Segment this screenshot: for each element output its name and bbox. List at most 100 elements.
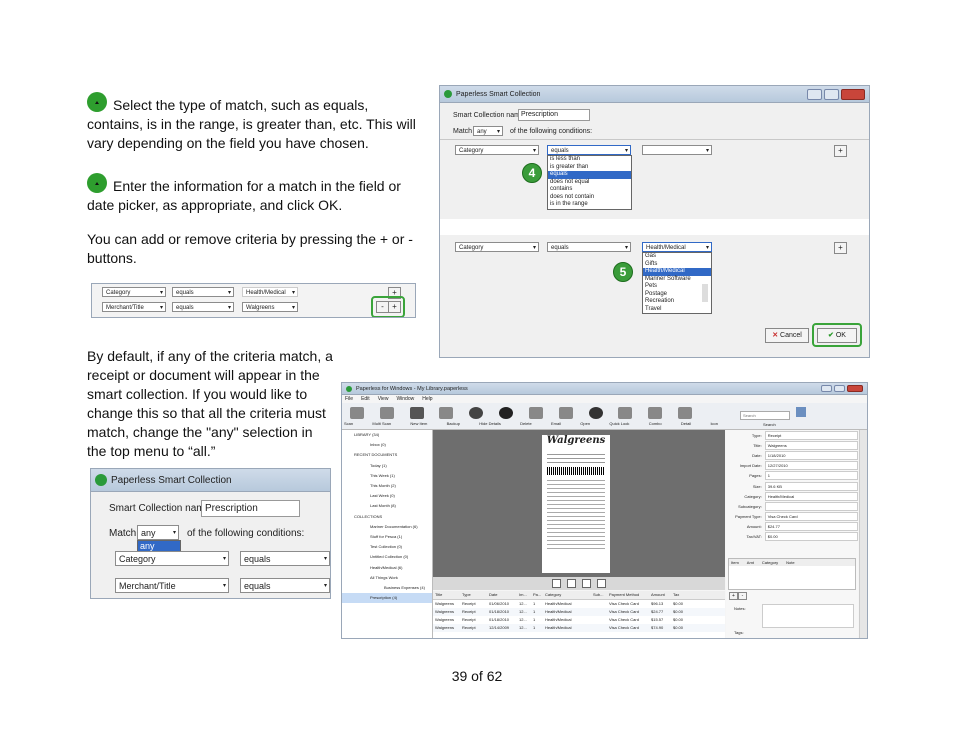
- sidebar-item-collection-selected[interactable]: Prescription (4): [342, 593, 432, 604]
- sidebar-item-recent[interactable]: Today (1): [342, 461, 432, 471]
- add-criteria-button[interactable]: +: [834, 145, 847, 157]
- search-input[interactable]: [740, 411, 790, 420]
- field-select[interactable]: Merchant/Title: [102, 302, 166, 313]
- operator-select[interactable]: equals: [547, 242, 631, 253]
- dropdown-option[interactable]: equals: [548, 171, 631, 179]
- hide-details-button[interactable]: Hide Details: [479, 421, 501, 426]
- detail-value[interactable]: 12/27/2010: [764, 461, 858, 471]
- column-header[interactable]: Note: [786, 559, 794, 566]
- value-select[interactable]: Walgreens: [242, 302, 298, 313]
- table-row[interactable]: Walgreens Receipt 12/14/2009 12... 1 Health/M…: [433, 624, 725, 632]
- column-header[interactable]: Category: [545, 591, 593, 599]
- table-row[interactable]: Walgreens Receipt 01/18/2010 12... 1 Health/M…: [433, 616, 725, 624]
- detail-value[interactable]: $24.77: [764, 522, 858, 532]
- sidebar-item-collection[interactable]: Health/Medical (6): [342, 563, 432, 573]
- dropdown-option[interactable]: Pets: [643, 283, 711, 291]
- option-any[interactable]: any: [138, 541, 180, 551]
- multi-scan-button[interactable]: Multi Scan: [372, 421, 391, 426]
- cancel-button[interactable]: ✕ Cancel: [765, 328, 809, 343]
- menu-window[interactable]: Window: [396, 396, 414, 402]
- scan-button[interactable]: Scan: [344, 421, 353, 426]
- column-header[interactable]: Amount: [651, 591, 673, 599]
- open-button[interactable]: Open: [580, 421, 590, 426]
- ok-button[interactable]: ✔ OK: [817, 328, 857, 343]
- detail-value[interactable]: Walgreens: [764, 440, 858, 450]
- column-header[interactable]: Type: [462, 591, 489, 599]
- field-select[interactable]: Category: [102, 287, 166, 298]
- operator-select[interactable]: equals: [240, 551, 330, 567]
- minimize-button[interactable]: [807, 88, 822, 100]
- hide-details-icon[interactable]: [469, 407, 484, 419]
- next-page-icon[interactable]: [597, 579, 606, 588]
- sidebar-item-library[interactable]: LIBRARY (34): [342, 430, 432, 440]
- column-header[interactable]: Payment Method: [609, 591, 651, 599]
- dropdown-option[interactable]: does not contain: [548, 194, 631, 202]
- sidebar-item-collection[interactable]: Untitled Collection (0): [342, 552, 432, 562]
- column-header[interactable]: Item: [731, 559, 739, 566]
- sidebar-item-collection[interactable]: Stuff for Pesca (1): [342, 532, 432, 542]
- multi-scan-icon[interactable]: [379, 407, 394, 419]
- rotate-icon[interactable]: [582, 579, 591, 588]
- scan-icon[interactable]: [350, 407, 364, 419]
- icon-button[interactable]: Icon: [710, 421, 718, 426]
- table-row[interactable]: Walgreens Receipt 01/18/2010 12... 1 Health/M…: [433, 608, 725, 616]
- email-button[interactable]: Email: [551, 421, 561, 426]
- operator-select[interactable]: equals: [547, 145, 631, 156]
- notes-field[interactable]: [762, 604, 854, 628]
- column-header[interactable]: Tax: [673, 591, 689, 599]
- sidebar-item-collection[interactable]: All Things Work: [342, 573, 432, 583]
- icon-view-icon[interactable]: [677, 407, 692, 419]
- add-item-button[interactable]: +: [729, 592, 738, 600]
- value-field[interactable]: Health/Medical: [242, 287, 298, 298]
- dropdown-option[interactable]: Travel: [643, 306, 711, 314]
- dropdown-option[interactable]: is less than: [548, 156, 631, 164]
- menu-view[interactable]: View: [378, 396, 389, 402]
- detail-value[interactable]: $0.00: [764, 532, 858, 542]
- backup-icon[interactable]: [439, 407, 454, 419]
- detail-value[interactable]: [764, 501, 858, 511]
- delete-icon[interactable]: [499, 407, 514, 419]
- operator-select[interactable]: equals: [240, 578, 330, 594]
- detail-value[interactable]: Visa Check Card: [764, 512, 858, 522]
- operator-select[interactable]: equals: [172, 287, 234, 298]
- sidebar-item-recent[interactable]: This Week (1): [342, 471, 432, 481]
- column-header[interactable]: Title: [433, 591, 462, 599]
- new-item-button[interactable]: New Item: [410, 421, 427, 426]
- menu-help[interactable]: Help: [422, 396, 432, 402]
- sidebar-item-recent[interactable]: This Month (2): [342, 481, 432, 491]
- name-field[interactable]: Prescription: [518, 109, 590, 121]
- sidebar-item-recent[interactable]: Last Week (0): [342, 491, 432, 501]
- value-select[interactable]: Health/Medical: [642, 242, 712, 253]
- dropdown-option[interactable]: does not equal: [548, 179, 631, 187]
- close-button[interactable]: [841, 88, 865, 100]
- column-header[interactable]: Sub...: [593, 591, 609, 599]
- detail-button[interactable]: Detail: [681, 421, 691, 426]
- email-icon[interactable]: [528, 407, 543, 419]
- quick-look-icon[interactable]: [588, 407, 603, 419]
- dropdown-option[interactable]: Postage: [643, 291, 711, 299]
- prev-page-icon[interactable]: [552, 579, 561, 588]
- new-item-icon[interactable]: [409, 407, 424, 419]
- menu-edit[interactable]: Edit: [361, 396, 370, 402]
- dropdown-option[interactable]: Recreation: [643, 298, 711, 306]
- field-select[interactable]: Category: [455, 145, 539, 156]
- dropdown-option[interactable]: contains: [548, 186, 631, 194]
- name-field[interactable]: Prescription: [201, 500, 300, 517]
- column-header[interactable]: Im...: [519, 591, 533, 599]
- details-scrollbar[interactable]: [859, 430, 867, 638]
- combo-view-icon[interactable]: [618, 407, 633, 419]
- detail-value[interactable]: 1/18/2010: [764, 450, 858, 460]
- table-row[interactable]: Walgreens Receipt 01/06/2010 12... 1 Health/M…: [433, 600, 725, 608]
- detail-view-icon[interactable]: [648, 407, 663, 419]
- minimize-button[interactable]: [821, 385, 832, 392]
- operator-select[interactable]: equals: [172, 302, 234, 313]
- detail-value[interactable]: 39.6 KB: [764, 481, 858, 491]
- field-select[interactable]: Merchant/Title: [115, 578, 229, 594]
- column-header[interactable]: Amt: [747, 559, 754, 566]
- dropdown-option[interactable]: Mariner Software: [643, 276, 711, 284]
- field-select[interactable]: Category: [455, 242, 539, 253]
- open-icon[interactable]: [558, 407, 573, 419]
- maximize-button[interactable]: [834, 385, 845, 392]
- dropdown-option[interactable]: is in the range: [548, 201, 631, 209]
- dropdown-option[interactable]: Gas: [643, 253, 711, 261]
